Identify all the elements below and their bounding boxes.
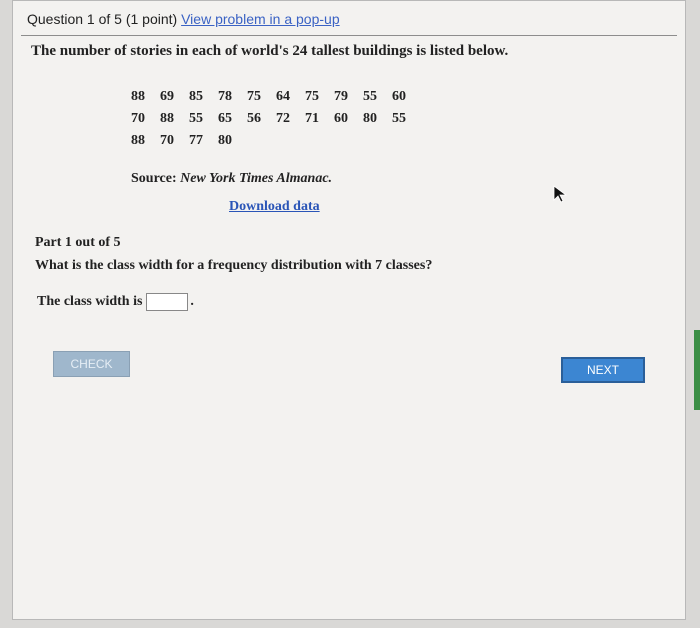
data-value: 88 <box>131 133 145 148</box>
question-prompt: The number of stories in each of world's… <box>31 43 509 59</box>
data-value: 72 <box>276 111 290 126</box>
data-value: 70 <box>160 133 174 148</box>
data-value: 55 <box>392 111 406 126</box>
data-value: 55 <box>189 111 203 126</box>
data-row: 88 70 77 80 <box>131 133 421 155</box>
class-width-input[interactable] <box>146 293 189 311</box>
answer-suffix: . <box>190 294 194 309</box>
data-value: 85 <box>189 89 203 104</box>
data-value: 69 <box>160 89 174 104</box>
data-value: 80 <box>363 111 377 126</box>
data-value: 88 <box>131 89 145 104</box>
question-header: Question 1 of 5 (1 point) View problem i… <box>27 11 340 27</box>
data-value: 55 <box>363 89 377 104</box>
data-value: 64 <box>276 89 290 104</box>
data-value: 56 <box>247 111 261 126</box>
source-publication: New York Times Almanac. <box>180 171 333 186</box>
data-value: 75 <box>247 89 261 104</box>
check-button[interactable]: CHECK <box>53 351 130 377</box>
data-value: 77 <box>189 133 203 148</box>
view-popup-link[interactable]: View problem in a pop-up <box>181 11 340 27</box>
part-label: Part 1 out of 5 <box>35 235 121 250</box>
data-value: 65 <box>218 111 232 126</box>
data-row: 70 88 55 65 56 72 71 60 80 55 <box>131 111 421 133</box>
answer-prefix: The class width is <box>37 294 143 309</box>
data-value: 88 <box>160 111 174 126</box>
next-button[interactable]: NEXT <box>561 357 645 383</box>
data-source: Source: New York Times Almanac. <box>131 171 332 187</box>
data-values-grid: 88 69 85 78 75 64 75 79 55 60 70 88 55 6… <box>131 89 421 155</box>
data-value: 78 <box>218 89 232 104</box>
data-value: 79 <box>334 89 348 104</box>
question-number: Question 1 of 5 (1 point) <box>27 11 178 27</box>
source-label: Source: <box>131 171 177 186</box>
data-value: 70 <box>131 111 145 126</box>
mouse-pointer-icon <box>553 185 568 203</box>
part-question: What is the class width for a frequency … <box>35 258 433 273</box>
data-value: 60 <box>334 111 348 126</box>
question-panel: Question 1 of 5 (1 point) View problem i… <box>12 0 686 620</box>
data-value: 80 <box>218 133 232 148</box>
header-divider <box>21 35 677 36</box>
data-value: 71 <box>305 111 319 126</box>
download-data-link[interactable]: Download data <box>229 199 320 215</box>
data-value: 60 <box>392 89 406 104</box>
data-row: 88 69 85 78 75 64 75 79 55 60 <box>131 89 421 111</box>
data-value: 75 <box>305 89 319 104</box>
answer-line: The class width is . <box>37 293 194 311</box>
window-edge-accent <box>694 330 700 410</box>
